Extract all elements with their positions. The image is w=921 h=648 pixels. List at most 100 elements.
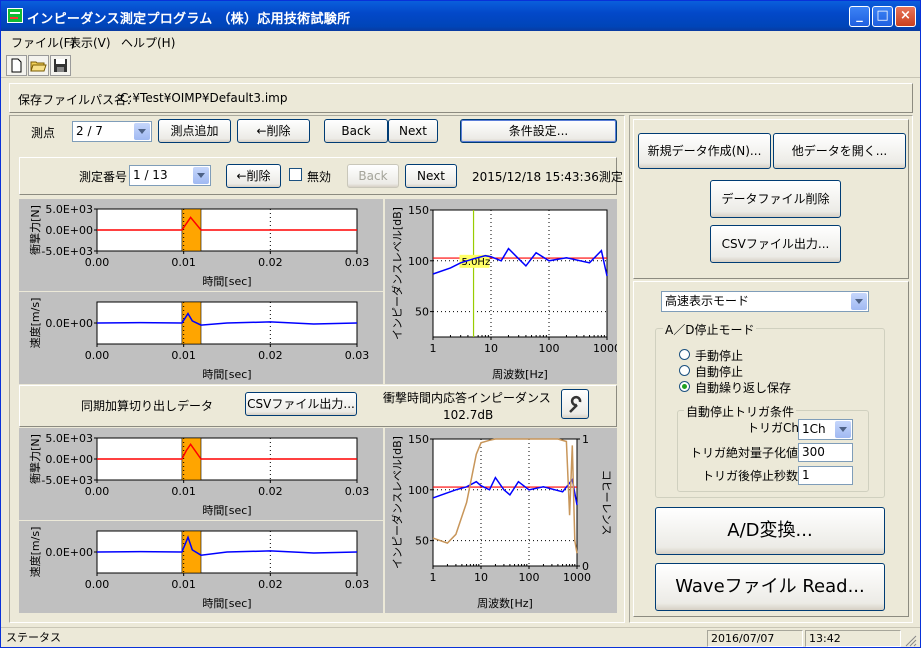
display-mode-value: 高速表示モード bbox=[665, 294, 750, 308]
y-tick-label: -5.0E+03 bbox=[41, 474, 93, 487]
delete-measure-button[interactable]: ←削除 bbox=[226, 164, 281, 188]
point-select[interactable]: 2 / 7 bbox=[72, 121, 152, 142]
chevron-down-icon bbox=[193, 167, 209, 184]
y-tick-label: 0.0E+00 bbox=[45, 546, 93, 559]
radio-auto-repeat-save[interactable] bbox=[679, 381, 690, 392]
plot-area bbox=[432, 209, 608, 338]
x-tick-label: 100 bbox=[519, 571, 540, 584]
app-window: インピーダンス測定プログラム （株）応用技術試験所 _ □ × ファイル(F) … bbox=[0, 0, 921, 648]
status-time: 13:42 bbox=[805, 630, 901, 647]
csv-output-button[interactable]: CSVファイル出力... bbox=[710, 225, 841, 263]
chart-impedance-upper: 1101001000150100505.0Hz周波数[Hz]インピーダンスレベル… bbox=[385, 199, 617, 384]
close-button[interactable]: × bbox=[895, 6, 916, 27]
measure-back-button[interactable]: Back bbox=[347, 164, 399, 188]
radio-auto-stop-label: 自動停止 bbox=[695, 365, 744, 379]
menu-view[interactable]: 表示(V) bbox=[69, 34, 111, 51]
y-tick-label: -5.0E+03 bbox=[41, 245, 93, 258]
x-tick-label: 0.03 bbox=[345, 485, 370, 498]
add-point-button[interactable]: 測点追加 bbox=[158, 119, 231, 143]
y2-tick-label: 1 bbox=[582, 433, 589, 446]
impedance-label: 衝撃時間内応答インピーダンス bbox=[383, 391, 551, 405]
open-other-data-button[interactable]: 他データを開く... bbox=[773, 133, 906, 169]
save-disk-icon[interactable] bbox=[50, 55, 71, 76]
impedance-value: 102.7dB bbox=[443, 408, 494, 422]
x-tick-label: 0.03 bbox=[345, 578, 370, 591]
x-axis-label: 時間[sec] bbox=[202, 504, 251, 517]
x-tick-label: 10 bbox=[474, 571, 488, 584]
x-tick-label: 0.03 bbox=[345, 349, 370, 362]
point-back-button[interactable]: Back bbox=[324, 119, 388, 143]
open-folder-icon[interactable] bbox=[28, 55, 49, 76]
plot-area bbox=[432, 438, 578, 567]
point-next-button[interactable]: Next bbox=[388, 119, 438, 143]
x-axis-label: 時間[sec] bbox=[202, 597, 251, 610]
y-tick-label: 100 bbox=[408, 255, 429, 268]
measure-next-button[interactable]: Next bbox=[405, 164, 457, 188]
y-tick-label: 5.0E+03 bbox=[45, 432, 93, 445]
condition-settings-button[interactable]: 条件設定... bbox=[460, 119, 617, 143]
y-tick-label: 0.0E+00 bbox=[45, 224, 93, 237]
chart-force-upper: 0.00 0.01 0.02 0.03 5.0E+03 0.0E+00 -5.0E+03 時間… bbox=[19, 199, 383, 291]
x-axis-label: 周波数[Hz] bbox=[492, 368, 548, 381]
delete-data-file-button[interactable]: データファイル削除 bbox=[710, 180, 841, 218]
x-tick-label: 0.02 bbox=[258, 485, 283, 498]
status-date: 2016/07/07 bbox=[707, 630, 803, 647]
measure-timestamp: 2015/12/18 15:43:36測定 bbox=[472, 170, 623, 184]
menu-help[interactable]: ヘルプ(H) bbox=[121, 34, 175, 51]
trigger-sec-label: トリガ後停止秒数 bbox=[702, 469, 799, 483]
minimize-button[interactable]: _ bbox=[849, 6, 870, 27]
trigger-ch-select[interactable]: 1Ch bbox=[798, 419, 853, 440]
wrench-icon bbox=[569, 395, 582, 413]
y-tick-label: 50 bbox=[415, 306, 429, 319]
x-tick-label: 0.02 bbox=[258, 349, 283, 362]
invalid-label: 無効 bbox=[307, 170, 332, 184]
new-data-button[interactable]: 新規データ作成(N)... bbox=[638, 133, 771, 169]
menu-file[interactable]: ファイル(F) bbox=[11, 34, 75, 51]
y-axis-label: 速度[m/s] bbox=[28, 527, 42, 578]
file-path-panel: 保存ファイルパス名： C:¥Test¥OIMP¥Default3.imp bbox=[9, 83, 913, 113]
x-axis-label: 周波数[Hz] bbox=[477, 597, 533, 610]
display-mode-select[interactable]: 高速表示モード bbox=[661, 291, 869, 312]
delete-point-button[interactable]: ←削除 bbox=[237, 119, 310, 143]
maximize-button[interactable]: □ bbox=[872, 6, 893, 27]
y-tick-label: 50 bbox=[415, 535, 429, 548]
y-axis-label: インピーダンスレベル[dB] bbox=[390, 207, 404, 340]
y2-tick-label: 0 bbox=[582, 560, 589, 573]
wave-file-read-button[interactable]: Waveファイル Read... bbox=[655, 563, 885, 611]
trigger-sec-input[interactable]: 1 bbox=[798, 466, 853, 485]
x-tick-label: 0.01 bbox=[171, 349, 196, 362]
chart-svg: 0.00 0.01 0.02 0.035.0E+030.0E+00-5.0E+03時間… bbox=[28, 432, 370, 517]
title-bar[interactable]: インピーダンス測定プログラム （株）応用技術試験所 _ □ × bbox=[1, 1, 920, 31]
highlight-band bbox=[181, 208, 202, 252]
x-tick-label: 1 bbox=[430, 342, 437, 355]
trigger-ch-label: トリガCh bbox=[747, 421, 799, 435]
trigger-title: 自動停止トリガ条件 bbox=[684, 403, 797, 420]
y-axis-label: インピーダンスレベル[dB] bbox=[390, 436, 404, 569]
sync-label: 同期加算切り出しデータ bbox=[81, 399, 214, 413]
ad-convert-button[interactable]: A/D変換... bbox=[655, 507, 885, 555]
ad-stop-title: A／D停止モード bbox=[663, 321, 757, 338]
radio-manual-stop[interactable] bbox=[679, 349, 690, 360]
resize-grip-icon[interactable] bbox=[904, 634, 918, 648]
x-tick-label: 0.02 bbox=[258, 256, 283, 269]
x-tick-label: 0.00 bbox=[85, 578, 110, 591]
sync-csv-button[interactable]: CSVファイル出力... bbox=[245, 392, 357, 416]
app-icon bbox=[7, 8, 23, 23]
x-tick-label: 0.00 bbox=[85, 349, 110, 362]
radio-auto-stop[interactable] bbox=[679, 365, 690, 376]
y-tick-label: 100 bbox=[408, 484, 429, 497]
new-file-icon[interactable] bbox=[6, 55, 27, 76]
point-select-value: 2 / 7 bbox=[76, 124, 103, 138]
wrench-button[interactable] bbox=[561, 389, 589, 419]
x-tick-label: 0.03 bbox=[345, 256, 370, 269]
y-tick-label: 0.0E+00 bbox=[45, 453, 93, 466]
x-tick-label: 0.02 bbox=[258, 578, 283, 591]
trigger-abs-input[interactable]: 300 bbox=[798, 443, 853, 462]
y2-axis-label: コヒーレンス bbox=[600, 470, 613, 536]
measure-number-label: 測定番号 bbox=[79, 170, 128, 184]
point-label: 測点 bbox=[31, 126, 56, 140]
chart-svg: 1101001000150100505.0Hz周波数[Hz]インピーダンスレベル… bbox=[390, 204, 617, 381]
measure-select[interactable]: 1 / 13 bbox=[129, 165, 211, 186]
y-axis-label: 速度[m/s] bbox=[28, 298, 42, 349]
invalid-checkbox[interactable] bbox=[289, 168, 302, 181]
